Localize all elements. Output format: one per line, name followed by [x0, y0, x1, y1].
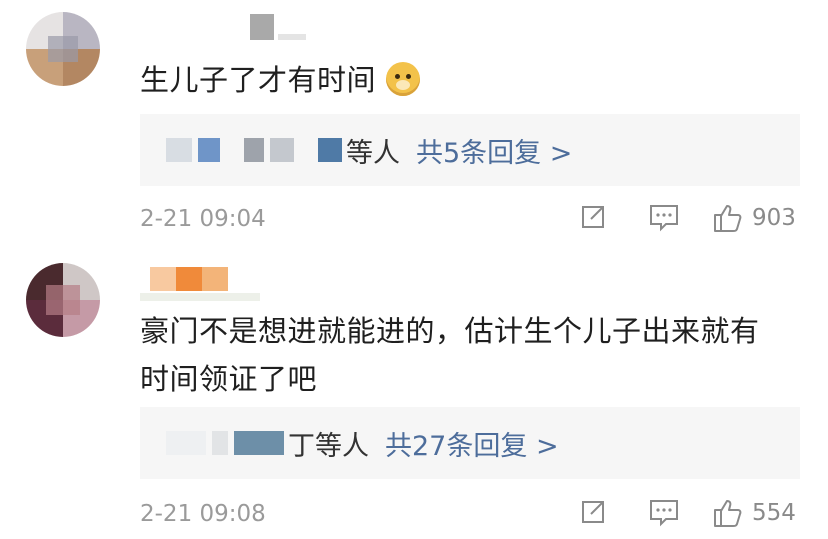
share-icon — [582, 501, 604, 523]
view-replies-link[interactable]: 共27条回复 > — [385, 424, 559, 463]
reply-users-label: 丁等人 — [288, 430, 369, 462]
share-button[interactable] — [578, 497, 608, 527]
comment-meta: 2-21 09:04 903 — [140, 200, 800, 240]
reply-users-label: 等人 — [346, 137, 400, 169]
comment-icon — [650, 205, 678, 232]
comment-button[interactable] — [648, 497, 680, 527]
timestamp: 2-21 09:08 — [140, 501, 266, 527]
share-button[interactable] — [578, 202, 608, 232]
doge-emoji-icon — [386, 62, 421, 96]
comment-button[interactable] — [648, 202, 680, 232]
replies-box[interactable]: 丁等人 共27条回复 > — [140, 407, 800, 479]
comment-item: 生儿子了才有时间 等人 共5条回复 > 2-21 09:04 903 — [0, 0, 828, 260]
avatar[interactable] — [26, 263, 100, 337]
comment-icon — [650, 500, 678, 527]
share-icon — [582, 206, 604, 228]
comment-text-line2: 时间领证了吧 — [140, 362, 318, 396]
like-count: 554 — [752, 500, 796, 526]
timestamp: 2-21 09:04 — [140, 206, 266, 232]
replies-box[interactable]: 等人 共5条回复 > — [140, 114, 800, 186]
username[interactable] — [140, 263, 300, 303]
like-button[interactable]: 903 — [712, 202, 796, 234]
comment-text: 豪门不是想进就能进的，估计生个儿子出来就有 时间领证了吧 — [140, 307, 800, 403]
comment-text-line1: 豪门不是想进就能进的，估计生个儿子出来就有 — [140, 314, 760, 348]
like-count: 903 — [752, 205, 796, 231]
thumbs-up-icon — [714, 500, 742, 527]
view-replies-link[interactable]: 共5条回复 > — [416, 131, 572, 170]
reply-user-avatars — [166, 431, 284, 455]
thumbs-up-icon — [714, 205, 742, 232]
comment-meta: 2-21 09:08 554 — [140, 495, 800, 535]
comment-text-content: 生儿子了才有时间 — [140, 63, 377, 97]
comment-text: 生儿子了才有时间 — [140, 56, 800, 104]
username[interactable] — [140, 6, 306, 46]
like-button[interactable]: 554 — [712, 497, 796, 529]
comment-item: 豪门不是想进就能进的，估计生个儿子出来就有 时间领证了吧 丁等人 共27条回复 … — [0, 255, 828, 539]
reply-user-avatars — [166, 138, 342, 162]
avatar[interactable] — [26, 12, 100, 86]
